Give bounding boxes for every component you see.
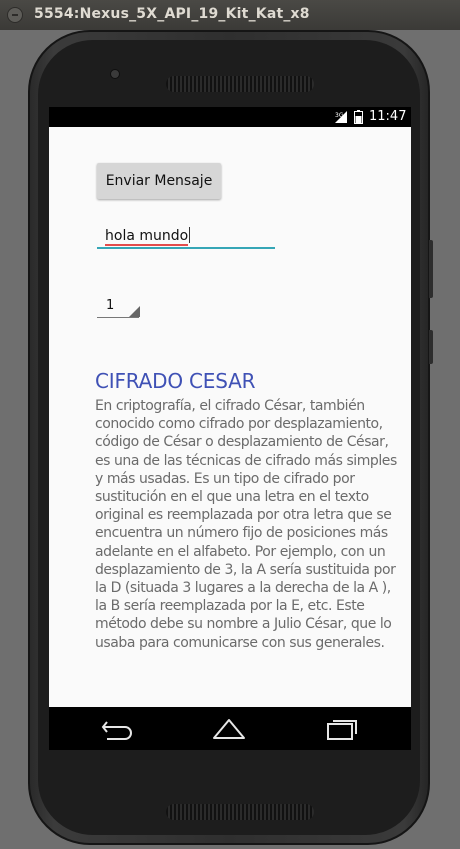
volume-button[interactable] <box>429 240 433 298</box>
text-cursor <box>189 227 191 243</box>
back-icon[interactable] <box>101 718 135 740</box>
svg-text:3G: 3G <box>335 112 344 119</box>
home-icon[interactable] <box>212 718 246 740</box>
send-message-button[interactable]: Enviar Mensaje <box>97 163 221 199</box>
emulator-title-bar: 5554:Nexus_5X_API_19_Kit_Kat_x8 <box>0 0 460 30</box>
description-text: En criptografía, el cifrado César, tambi… <box>95 398 397 651</box>
dropdown-triangle-icon <box>129 306 140 317</box>
signal-3g-icon: 3G <box>335 111 347 123</box>
page-title: CIFRADO CESAR <box>95 369 256 393</box>
shift-spinner[interactable]: 1 <box>97 298 140 319</box>
recents-icon[interactable] <box>325 718 359 740</box>
app-content: Enviar Mensaje hola mundo 1 CIFRADO CESA… <box>49 127 411 707</box>
spinner-underline <box>97 317 139 318</box>
power-button[interactable] <box>429 330 433 364</box>
message-input-value: hola mundo <box>105 228 189 246</box>
device-screen: 3G 11:47 Enviar Mensaje hola mundo 1 CIF… <box>49 107 411 750</box>
message-input[interactable]: hola mundo <box>97 225 275 249</box>
spinner-value: 1 <box>106 298 115 313</box>
front-camera-icon <box>110 69 120 79</box>
top-speaker-grille <box>166 76 314 92</box>
bottom-speaker-grille <box>166 804 314 820</box>
status-bar: 3G 11:47 <box>49 107 411 127</box>
battery-icon <box>354 110 363 124</box>
status-time: 11:47 <box>369 109 407 124</box>
window-title: 5554:Nexus_5X_API_19_Kit_Kat_x8 <box>34 6 310 22</box>
window-close-icon[interactable] <box>7 7 23 23</box>
navigation-bar <box>49 707 411 750</box>
